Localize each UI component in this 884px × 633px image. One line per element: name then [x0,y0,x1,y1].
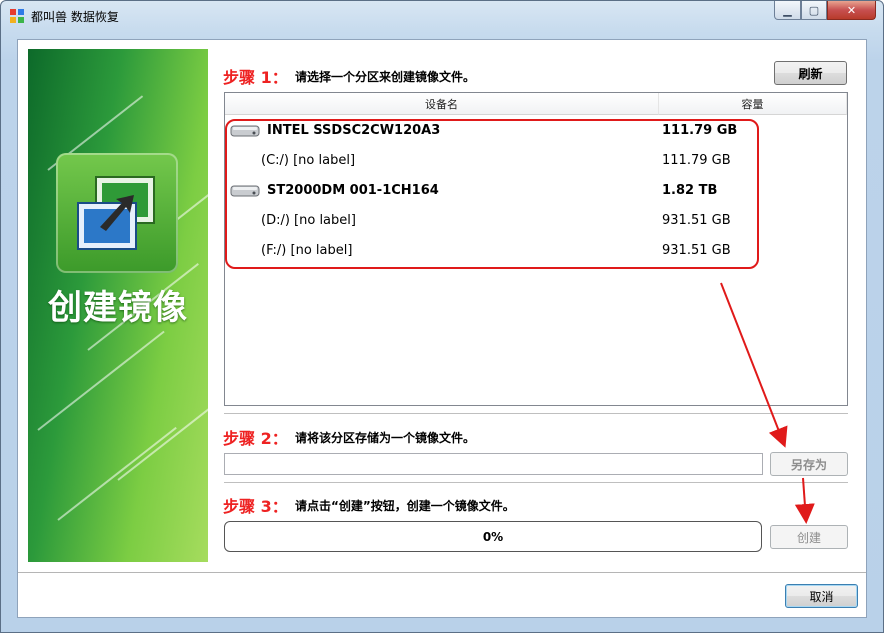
highlight-annotation [225,119,759,269]
section-divider [224,413,848,415]
banner-streak [37,330,165,431]
window-title: 都叫兽 数据恢复 [31,10,119,24]
progress-text: 0% [482,529,504,544]
app-window: 都叫兽 数据恢复 ▁ ▢ ✕ 创建镜像 步骤 1： 请选择一个分区来创建镜像文件… [0,0,884,633]
create-button[interactable]: 创建 [770,525,848,549]
banner-streak [117,405,208,481]
side-banner: 创建镜像 [28,49,208,562]
refresh-button[interactable]: 刷新 [774,61,847,85]
column-header-capacity[interactable]: 容量 [659,93,847,115]
save-as-button[interactable]: 另存为 [770,452,848,476]
title-bar[interactable]: 都叫兽 数据恢复 ▁ ▢ ✕ [1,1,883,31]
step2-instruction: 请将该分区存储为一个镜像文件。 [295,431,476,445]
banner-title: 创建镜像 [48,288,188,328]
minimize-button[interactable]: ▁ [774,1,801,20]
step1-label: 步骤 1： [223,68,288,87]
banner-streak [57,426,177,521]
image-path-input[interactable] [224,453,763,475]
step2-label: 步骤 2： [223,429,288,448]
close-button[interactable]: ✕ [827,1,876,20]
progress-bar: 0% [224,521,762,552]
step3-instruction: 请点击“创建”按钮，创建一个镜像文件。 [295,499,515,513]
column-header-device[interactable]: 设备名 [225,93,659,115]
footer-divider [18,572,866,573]
app-logo-icon [10,9,24,23]
disk-image-icon [56,153,178,273]
step1-instruction: 请选择一个分区来创建镜像文件。 [295,70,476,84]
dialog-client-area: 创建镜像 步骤 1： 请选择一个分区来创建镜像文件。 刷新 设备名 容量 INT… [17,39,867,618]
section-divider [224,482,848,484]
maximize-button[interactable]: ▢ [801,1,827,20]
cancel-button[interactable]: 取消 [785,584,858,608]
step3-label: 步骤 3： [223,497,288,516]
